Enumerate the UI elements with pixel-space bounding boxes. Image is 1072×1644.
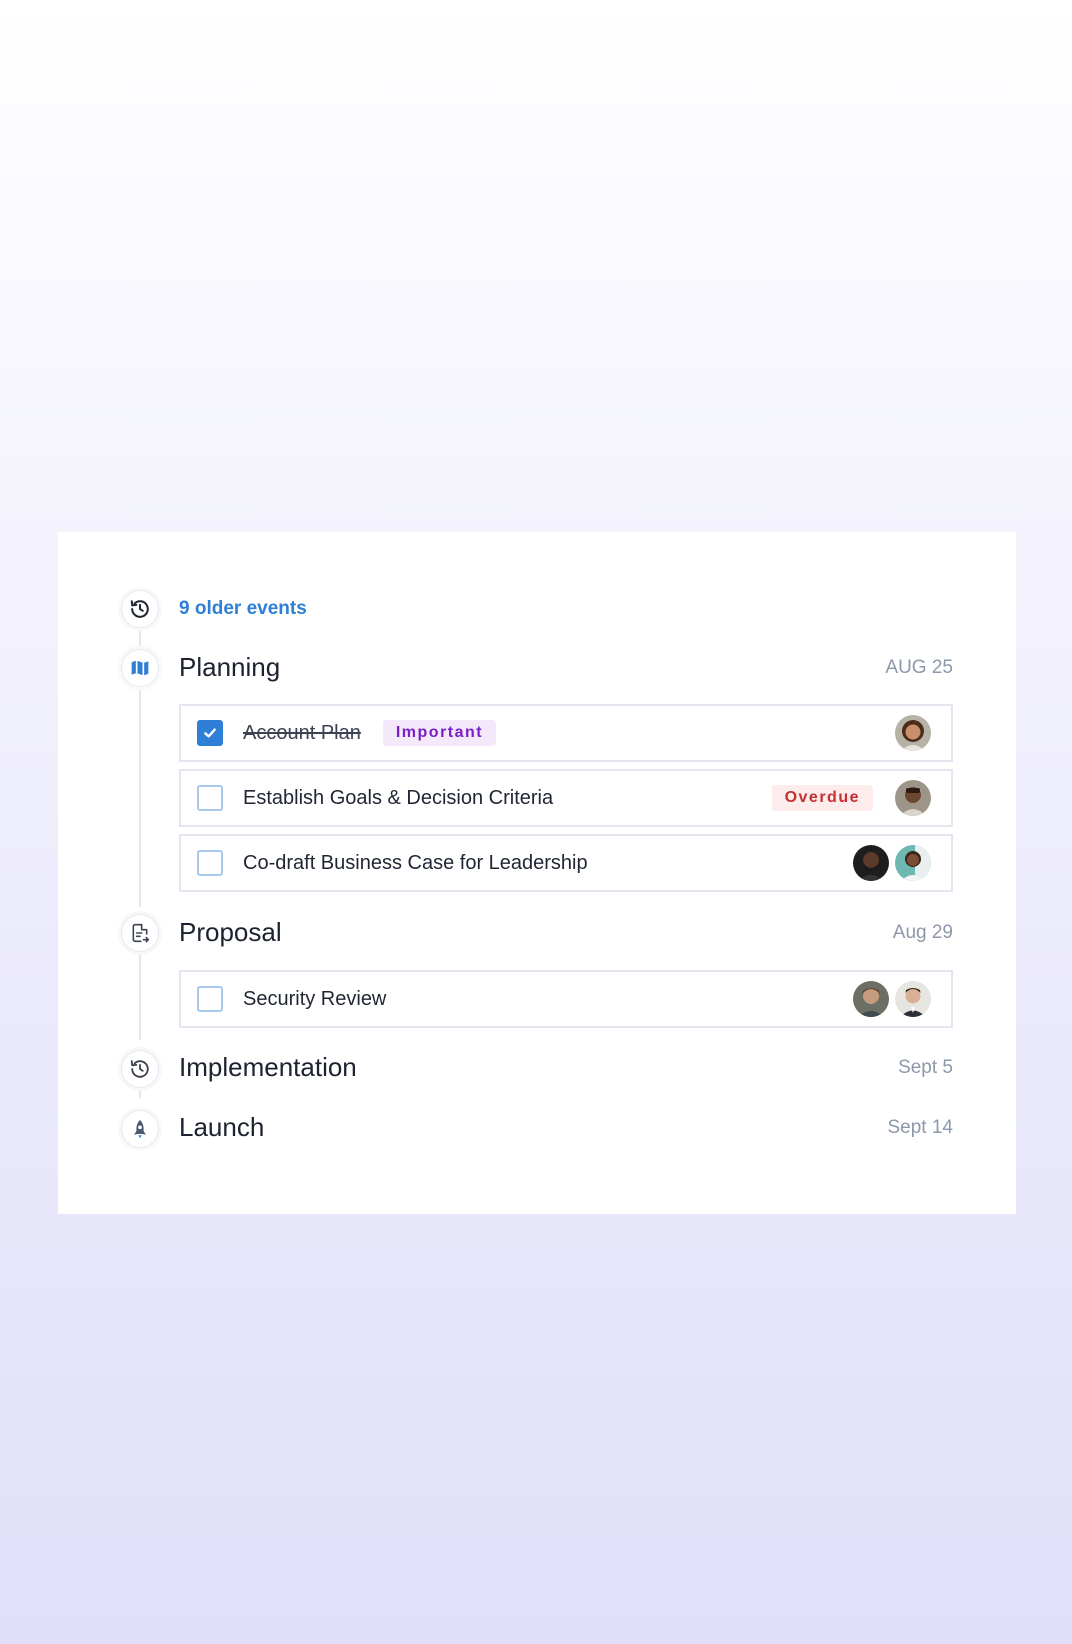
task-label: Establish Goals & Decision Criteria [243, 786, 554, 809]
document-share-icon [121, 914, 159, 952]
history-icon [121, 1050, 159, 1088]
history-icon [121, 590, 159, 628]
phase-title-planning: Planning [179, 652, 281, 682]
assignee-avatars [853, 981, 931, 1017]
task-row[interactable]: Establish Goals & Decision Criteria Over… [179, 769, 953, 827]
task-checkbox[interactable] [197, 986, 223, 1012]
phase-date-launch: Sept 14 [887, 1117, 954, 1138]
task-label: Security Review [243, 987, 387, 1010]
phase-date-proposal: Aug 29 [892, 922, 953, 943]
phase-title-implementation: Implementation [179, 1052, 357, 1082]
task-label: Account Plan [243, 721, 361, 744]
task-row[interactable]: Security Review [179, 970, 953, 1028]
task-row[interactable]: Account Plan Important [179, 704, 953, 762]
assignee-avatars [853, 845, 931, 881]
task-checkbox[interactable] [197, 850, 223, 876]
timeline-connector [139, 685, 141, 907]
avatar[interactable] [895, 780, 931, 816]
task-checkbox[interactable] [197, 785, 223, 811]
timeline-connector [139, 950, 141, 1040]
avatar[interactable] [853, 981, 889, 1017]
important-badge: Important [382, 720, 497, 746]
avatar[interactable] [895, 845, 931, 881]
phase-date-implementation: Sept 5 [898, 1057, 953, 1078]
task-row[interactable]: Co-draft Business Case for Leadership [179, 834, 953, 892]
rocket-icon [121, 1110, 159, 1148]
overdue-badge: Overdue [771, 785, 873, 811]
map-icon [121, 649, 159, 687]
timeline-connector [139, 628, 141, 646]
avatar[interactable] [895, 715, 931, 751]
phase-title-proposal: Proposal [179, 917, 282, 947]
task-checkbox[interactable] [197, 720, 223, 746]
assignee-avatars [895, 715, 931, 751]
assignee-avatars [895, 780, 931, 816]
older-events-link[interactable]: 9 older events [179, 598, 307, 620]
checkmark-icon [204, 728, 216, 738]
phase-date-planning: AUG 25 [885, 657, 953, 678]
avatar[interactable] [895, 981, 931, 1017]
avatar[interactable] [853, 845, 889, 881]
task-label: Co-draft Business Case for Leadership [243, 851, 588, 874]
phase-title-launch: Launch [179, 1112, 265, 1142]
